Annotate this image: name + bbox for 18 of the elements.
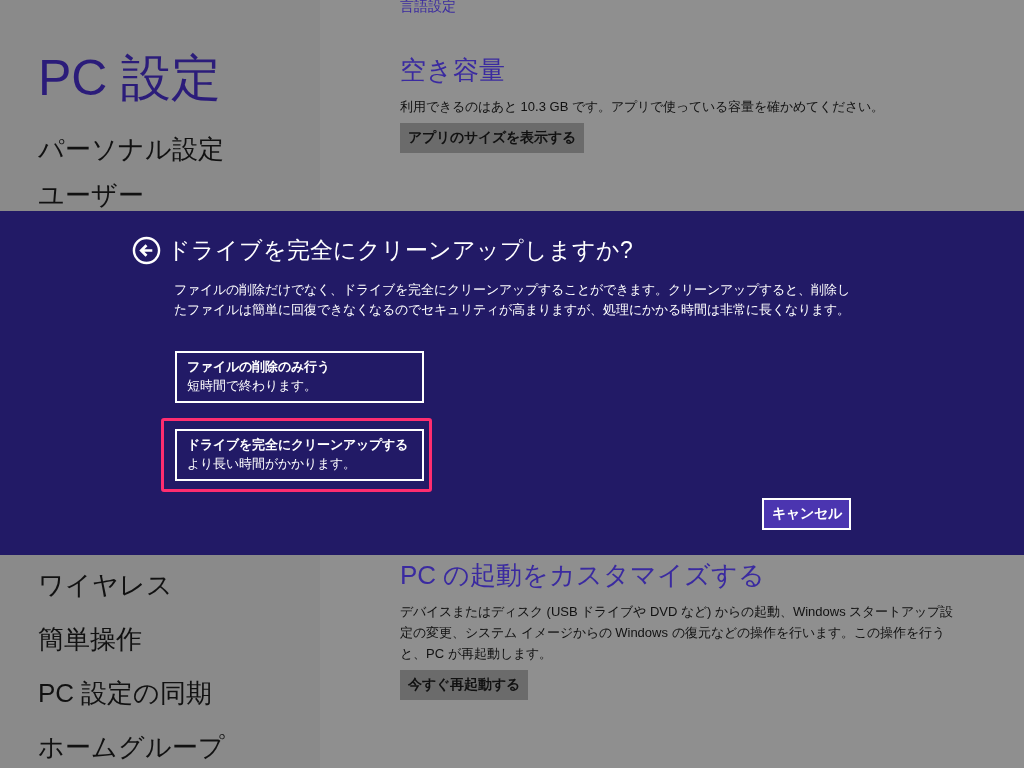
section-button[interactable]: アプリのサイズを表示する (400, 123, 584, 153)
sidebar-item[interactable]: ホームグループ (38, 720, 320, 768)
back-icon[interactable] (132, 236, 161, 265)
sidebar-item[interactable]: パーソナル設定 (38, 126, 320, 172)
dialog-title: ドライブを完全にクリーンアップしますか? (167, 236, 633, 265)
sidebar-item[interactable]: 簡単操作 (38, 612, 320, 666)
section-heading: PC の起動をカスタマイズする (400, 559, 767, 592)
section-description: デバイスまたはディスク (USB ドライブや DVD など) からの起動、Windows スタートアップ設定の変更、システム イメージからの Windows の復元などの操作を行います。この操作を行うと、PC が再起動します。 (400, 603, 955, 663)
page-title: PC 設定 (38, 49, 223, 108)
dialog-message: ファイルの削除だけでなく、ドライブを完全にクリーンアップすることができます。クリーンアップすると、削除したファイルは簡単に回復できなくなるのでセキュリティが高まりますが、処理にかかる時間は非常に長くなります。 (174, 281, 851, 319)
section-heading: 空き容量 (400, 54, 506, 87)
option-button[interactable]: ドライブを完全にクリーンアップする より長い時間がかかります。 (175, 429, 424, 481)
option-button[interactable]: ファイルの削除のみ行う 短時間で終わります。 (175, 351, 424, 403)
sidebar-item[interactable]: ワイヤレス (38, 558, 320, 612)
section-button[interactable]: 今すぐ再起動する (400, 670, 528, 700)
sidebar-item[interactable]: PC 設定の同期 (38, 666, 320, 720)
section-description: 利用できるのはあと 10.3 GB です。アプリで使っている容量を確かめてください。 (400, 98, 885, 116)
cancel-button[interactable]: キャンセル (762, 498, 851, 530)
